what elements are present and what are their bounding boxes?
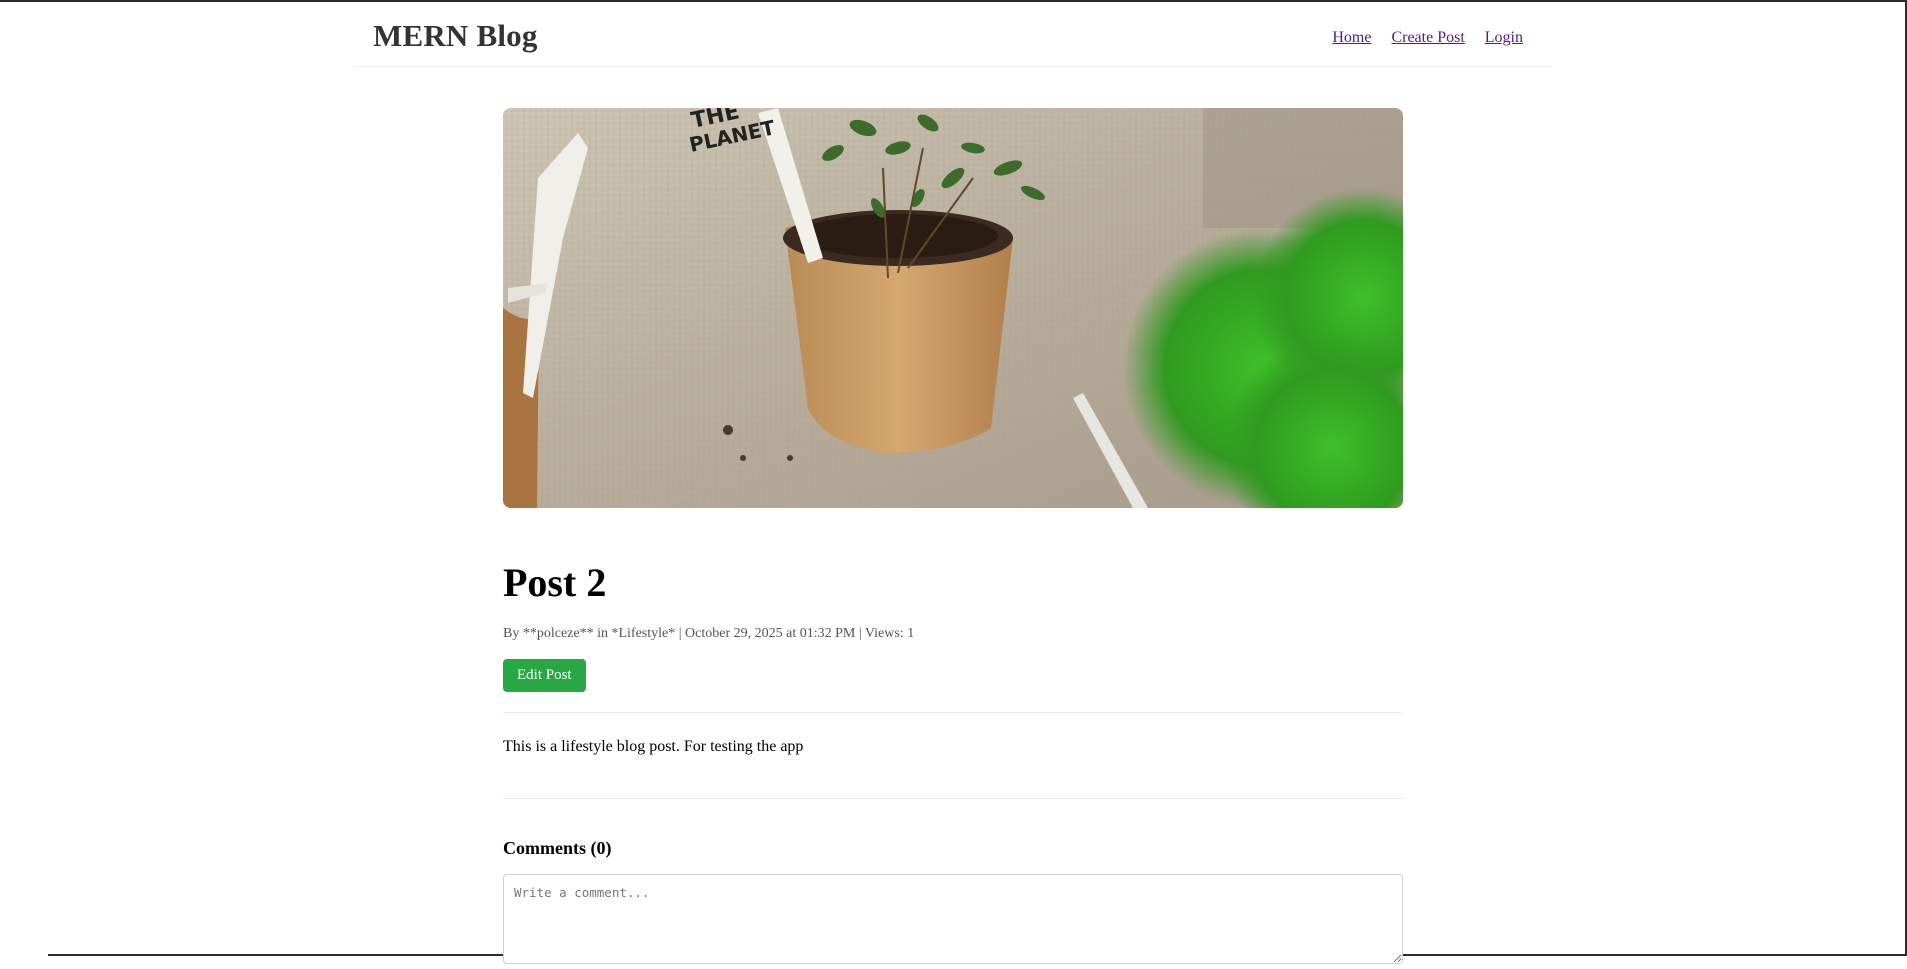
nav-create-post-link[interactable]: Create Post [1391, 29, 1464, 47]
divider [503, 798, 1403, 799]
comment-input[interactable] [503, 874, 1403, 964]
post-content: This is a lifestyle blog post. For testi… [503, 738, 804, 755]
post-cover-image: THE PLANET [503, 108, 1403, 508]
comments-heading: Comments (0) [503, 838, 612, 858]
navbar: MERN Blog Home Create Post Login [353, 0, 1553, 67]
post-title: Post 2 [503, 560, 607, 605]
edit-post-button[interactable]: Edit Post [503, 659, 586, 692]
nav-links: Home Create Post Login [1332, 29, 1523, 47]
post-container: THE PLANET Post 2 By **polceze** in *Lif… [503, 108, 1403, 969]
nav-home-link[interactable]: Home [1332, 29, 1371, 47]
nav-login-link[interactable]: Login [1485, 29, 1523, 47]
brand-logo[interactable]: MERN Blog [373, 18, 538, 54]
post-meta: By **polceze** in *Lifestyle* | October … [503, 626, 915, 641]
divider [503, 712, 1403, 713]
plant-photo: THE PLANET [503, 108, 1403, 508]
